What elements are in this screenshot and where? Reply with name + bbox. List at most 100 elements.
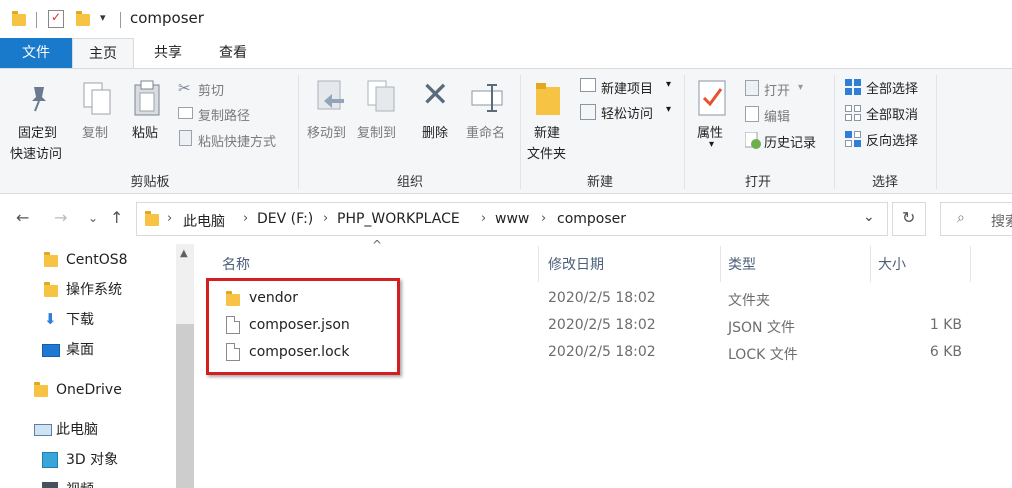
pin-to-quick-access-label-2[interactable]: 快速访问	[10, 143, 62, 162]
copy-to-icon	[364, 79, 398, 119]
scroll-up-icon[interactable]: ▲	[180, 248, 188, 259]
forward-arrow-icon[interactable]: →	[54, 208, 67, 227]
open-button[interactable]: 打开	[764, 80, 790, 99]
file-date: 2020/2/5 18:02	[548, 317, 656, 333]
paste-button[interactable]: 粘贴	[132, 122, 158, 141]
divider	[520, 75, 521, 189]
edit-icon	[745, 106, 759, 122]
column-header-type[interactable]: 类型	[728, 254, 756, 274]
breadcrumb-drive[interactable]: DEV (F:)	[257, 211, 313, 227]
open-dropdown-icon[interactable]: ▾	[798, 82, 803, 93]
copy-path-button[interactable]: 复制路径	[198, 105, 250, 124]
nav-item-onedrive[interactable]: OneDrive	[56, 378, 122, 402]
divider	[36, 12, 37, 28]
easy-access-button[interactable]: 轻松访问	[601, 103, 653, 122]
copy-to-button[interactable]: 复制到	[357, 122, 396, 141]
easy-access-dropdown-icon[interactable]: ▾	[666, 104, 671, 115]
edit-button[interactable]: 编辑	[764, 106, 790, 125]
file-type: 文件夹	[728, 293, 770, 309]
new-item-icon	[580, 78, 596, 92]
tab-share[interactable]: 共享	[138, 38, 198, 68]
nav-item-downloads[interactable]: 下载	[66, 308, 94, 332]
file-size: 6 KB	[929, 344, 962, 360]
tab-home[interactable]: 主页	[72, 38, 134, 68]
rename-button[interactable]: 重命名	[466, 122, 505, 141]
chevron-right-icon[interactable]: ›	[243, 211, 248, 226]
invert-selection-icon	[845, 131, 861, 151]
properties-dropdown-icon[interactable]: ▾	[709, 139, 714, 150]
properties-quick-icon[interactable]: ✓	[48, 10, 64, 28]
new-group-title: 新建	[586, 175, 613, 190]
breadcrumb-composer[interactable]: composer	[557, 211, 626, 227]
back-arrow-icon[interactable]: ←	[16, 208, 29, 227]
new-folder-button[interactable]: 新建	[534, 122, 560, 141]
history-icon	[744, 131, 761, 154]
address-row: ← → ⌄ ↑ › 此电脑 › DEV (F:) › PHP_WORKPLACE…	[0, 194, 1012, 244]
nav-item-os[interactable]: 操作系统	[66, 278, 122, 302]
select-group-title: 选择	[871, 175, 898, 190]
chevron-right-icon[interactable]: ›	[323, 211, 328, 226]
ribbon: 固定到 快速访问 复制 粘贴 ✂ 剪切 复制路径 粘贴快捷方式 剪贴板 移动到 …	[0, 68, 1012, 194]
sort-indicator-icon: ^	[372, 238, 383, 252]
refresh-button[interactable]: ↻	[892, 202, 926, 236]
tab-view[interactable]: 查看	[202, 38, 264, 68]
nav-item-centos8[interactable]: CentOS8	[66, 248, 128, 272]
column-header-size[interactable]: 大小	[878, 254, 906, 274]
scrollbar-thumb[interactable]	[176, 324, 194, 488]
ribbon-tabs: 文件 主页 共享 查看	[0, 38, 1012, 68]
new-item-dropdown-icon[interactable]: ▾	[666, 79, 671, 90]
invert-selection-button[interactable]: 反向选择	[866, 130, 918, 149]
nav-item-videos[interactable]: 视频	[66, 478, 94, 488]
new-folder-button-2[interactable]: 文件夹	[527, 143, 566, 162]
chevron-right-icon[interactable]: ›	[481, 211, 486, 226]
new-folder-quick-icon[interactable]	[76, 11, 90, 26]
nav-item-3d-objects[interactable]: 3D 对象	[66, 448, 118, 472]
divider	[720, 246, 721, 282]
onedrive-folder-icon	[34, 382, 48, 397]
address-bar[interactable]: › 此电脑 › DEV (F:) › PHP_WORKPLACE › www ›…	[136, 202, 888, 236]
folder-icon	[145, 211, 159, 226]
up-arrow-icon[interactable]: ↑	[110, 208, 123, 227]
tab-file[interactable]: 文件	[0, 38, 72, 68]
move-to-button[interactable]: 移动到	[307, 122, 346, 141]
3d-objects-icon	[42, 452, 58, 468]
divider	[970, 246, 971, 282]
address-dropdown-icon[interactable]: ⌄	[863, 209, 875, 225]
chevron-right-icon[interactable]: ›	[167, 211, 172, 226]
videos-icon	[42, 482, 58, 488]
copy-path-icon	[178, 107, 193, 119]
breadcrumb-www[interactable]: www	[495, 211, 529, 227]
pin-to-quick-access-label[interactable]: 固定到	[18, 122, 57, 141]
rename-icon	[470, 81, 506, 119]
delete-button[interactable]: 删除	[422, 122, 448, 141]
search-box[interactable]: ⌕ 搜索	[940, 202, 1012, 236]
nav-item-desktop[interactable]: 桌面	[66, 338, 94, 362]
computer-icon	[34, 424, 52, 436]
open-icon	[745, 80, 759, 96]
breadcrumb-php-workplace[interactable]: PHP_WORKPLACE	[337, 211, 460, 227]
new-item-button[interactable]: 新建项目	[601, 78, 653, 97]
divider	[936, 75, 937, 189]
history-button[interactable]: 历史记录	[764, 132, 816, 151]
column-header-date[interactable]: 修改日期	[548, 254, 604, 274]
divider	[120, 12, 121, 28]
cut-button[interactable]: 剪切	[198, 80, 224, 99]
scissors-icon: ✂	[178, 79, 191, 97]
customize-quick-access-icon[interactable]: ▾	[100, 11, 106, 24]
nav-item-this-pc[interactable]: 此电脑	[56, 418, 98, 442]
window-title: composer	[130, 9, 204, 27]
folder-icon	[44, 252, 58, 267]
file-size: 1 KB	[929, 317, 962, 333]
file-list: ^ 名称 修改日期 类型 大小 vendor 2020/2/5 18:02 文件…	[198, 238, 1012, 488]
chevron-right-icon[interactable]: ›	[541, 211, 546, 226]
paste-shortcut-button[interactable]: 粘贴快捷方式	[198, 131, 276, 150]
select-none-button[interactable]: 全部取消	[866, 104, 918, 123]
column-header-name[interactable]: 名称	[222, 254, 250, 274]
file-date: 2020/2/5 18:02	[548, 344, 656, 360]
copy-button[interactable]: 复制	[82, 122, 108, 141]
recent-locations-chevron-icon[interactable]: ⌄	[88, 211, 98, 225]
breadcrumb-this-pc[interactable]: 此电脑	[183, 211, 225, 231]
select-all-button[interactable]: 全部选择	[866, 78, 918, 97]
paste-shortcut-icon	[179, 130, 192, 146]
search-icon: ⌕	[957, 210, 965, 226]
